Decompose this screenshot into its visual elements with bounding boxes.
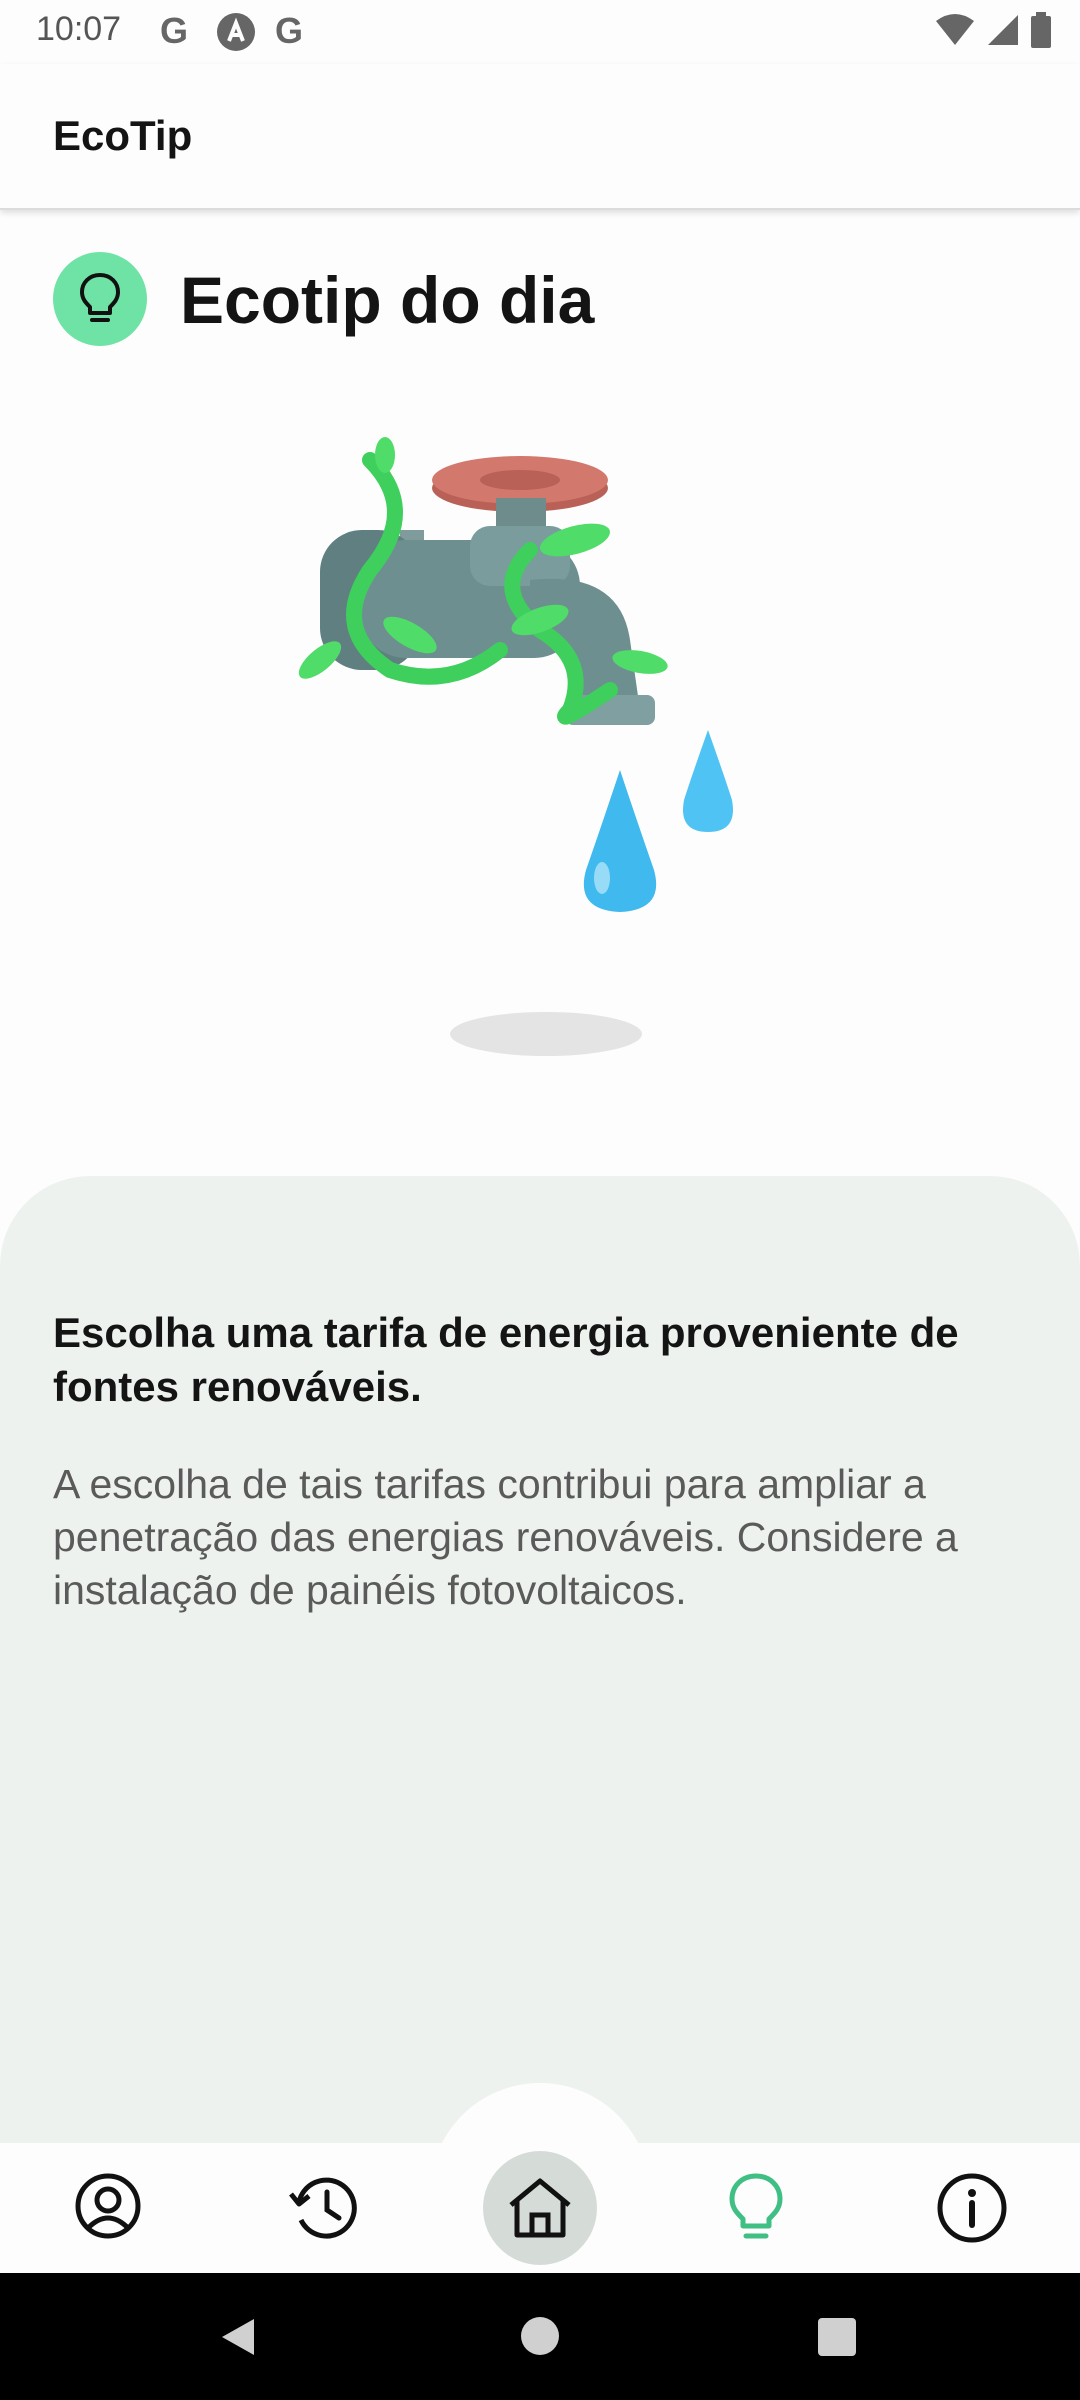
- lightbulb-icon: [729, 2173, 783, 2239]
- tip-title: Escolha uma tarifa de energia provenient…: [53, 1309, 959, 1410]
- back-icon[interactable]: [218, 2317, 258, 2357]
- status-time: 10:07: [36, 10, 122, 48]
- status-bar: 10:07 G G: [0, 0, 1080, 64]
- google-g-icon: G: [160, 10, 189, 51]
- lightbulb-icon: [53, 252, 147, 346]
- google-g-icon: G: [275, 10, 304, 51]
- battery-icon: [1031, 12, 1051, 48]
- nav-item-info[interactable]: [912, 2148, 1032, 2268]
- system-navigation-bar: [0, 2273, 1080, 2400]
- faucet-illustration: [298, 437, 733, 1056]
- cellular-signal-icon: [988, 15, 1018, 45]
- info-icon: [937, 2173, 1007, 2243]
- app-title: EcoTip: [53, 112, 193, 159]
- arch-a-icon: [217, 13, 255, 51]
- home-highlight: [483, 2151, 597, 2265]
- status-right-icons: [934, 12, 1052, 48]
- home-circle-icon[interactable]: [521, 2317, 559, 2355]
- nav-item-home[interactable]: [480, 2148, 600, 2268]
- app-bar: EcoTip: [0, 64, 1080, 210]
- bottom-navigation: [0, 2143, 1080, 2273]
- tip-heading: Ecotip do dia: [180, 263, 595, 337]
- home-icon: [509, 2178, 571, 2238]
- recents-icon[interactable]: [818, 2318, 856, 2356]
- history-icon: [289, 2177, 357, 2239]
- nav-item-profile[interactable]: [48, 2148, 168, 2268]
- nav-item-tips[interactable]: [696, 2148, 816, 2268]
- wifi-icon: [936, 14, 974, 45]
- profile-icon: [75, 2173, 141, 2239]
- nav-item-history[interactable]: [264, 2148, 384, 2268]
- tip-body: A escolha de tais tarifas contribui para…: [53, 1461, 958, 1613]
